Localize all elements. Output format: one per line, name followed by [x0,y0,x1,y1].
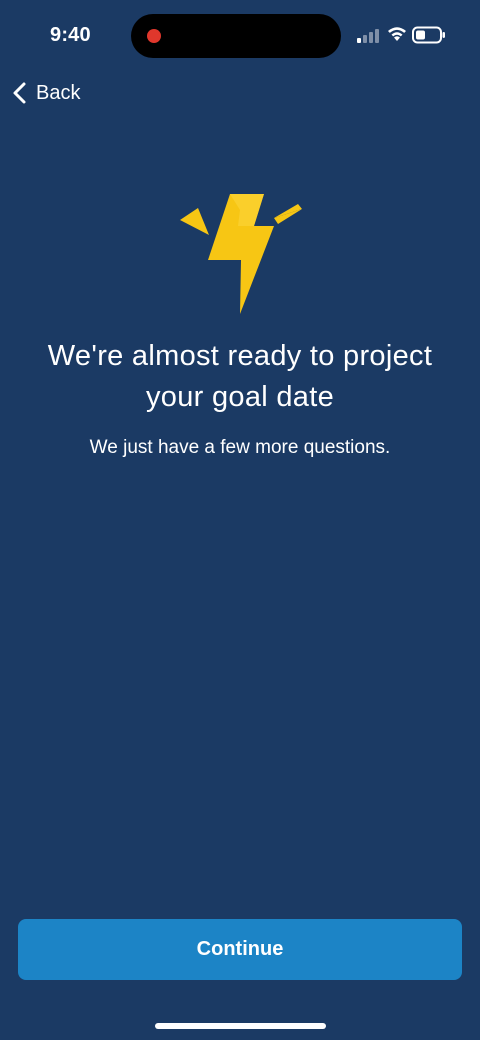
back-label: Back [36,81,81,104]
battery-icon [412,26,445,44]
page-subtitle: We just have a few more questions. [89,437,391,458]
page-title: We're almost ready to project your goal … [47,340,433,413]
lightning-bolt-icon [180,194,302,314]
chevron-left-icon [13,82,26,104]
status-time: 9:40 [50,24,91,46]
dynamic-island [131,14,341,58]
continue-button[interactable]: Continue [18,919,462,980]
signal-icon [357,29,379,43]
recording-indicator-icon [147,29,161,43]
screen: 9:40 Back We're almost ready to project … [0,0,480,1040]
status-bar: 9:40 [0,0,480,72]
back-button[interactable]: Back [10,76,80,110]
wifi-icon [388,27,406,41]
home-indicator[interactable] [155,1023,326,1029]
